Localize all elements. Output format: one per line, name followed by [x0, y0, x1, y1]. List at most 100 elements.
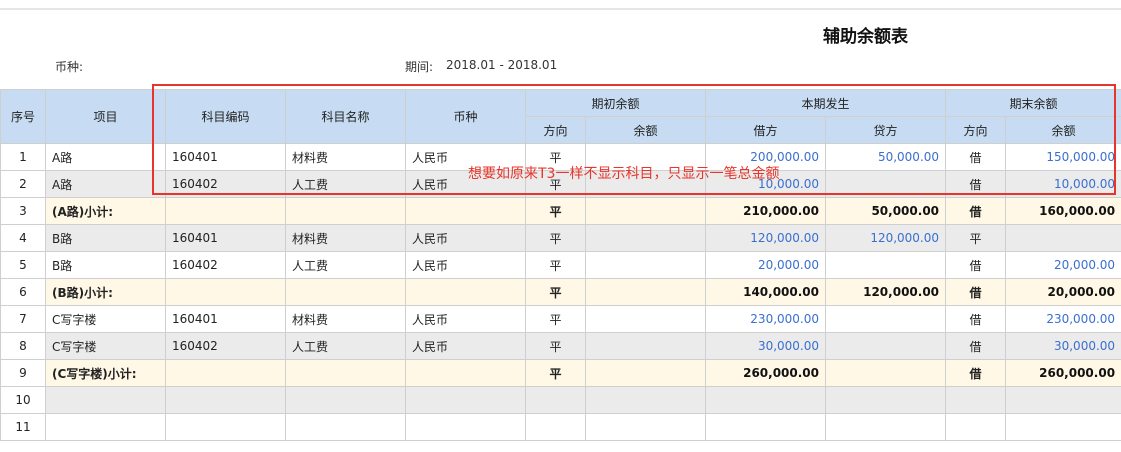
- cell-closing-direction: 借: [945, 251, 1007, 279]
- cell-closing-direction: 借: [945, 197, 1007, 225]
- cell-closing-direction: 借: [945, 305, 1007, 333]
- cell-name: 材料费: [285, 143, 406, 171]
- header-opening: 期初余额: [524, 89, 707, 117]
- cell-item: [45, 413, 166, 441]
- cell-closing-balance: [1005, 413, 1121, 441]
- cell-item: A路: [45, 170, 166, 198]
- cell-seq: 7: [0, 305, 46, 333]
- cell-seq: 2: [0, 170, 46, 198]
- table-row[interactable]: 8 C写字楼 160402 人工费 人民币平 30,000.00 借 30,000.00: [0, 332, 1121, 360]
- cell-code: [165, 197, 286, 225]
- header-credit: 贷方: [825, 116, 947, 144]
- currency-label: 币种:: [55, 60, 84, 74]
- header-item: 项目: [45, 89, 166, 144]
- cell-item: (B路)小计:: [45, 278, 166, 306]
- cell-opening-direction: 平: [525, 224, 586, 252]
- cell-credit: [825, 170, 947, 198]
- cell-currency: [405, 413, 526, 441]
- cell-credit: [825, 413, 947, 441]
- table-row[interactable]: 4 B路 160401 材料费 人民币平 120,000.00 120,000.00 平: [0, 224, 1121, 252]
- cell-closing-balance: 260,000.00: [1005, 359, 1121, 387]
- cell-currency: [405, 197, 526, 225]
- cell-credit: [825, 305, 947, 333]
- cell-item: B路: [45, 224, 166, 252]
- cell-item: A路: [45, 143, 166, 171]
- table-row[interactable]: 6 (B路)小计: 平 140,000.00 120,000.00 借 20,000.00: [0, 278, 1121, 306]
- cell-closing-direction: [945, 386, 1007, 414]
- table-row[interactable]: 11: [0, 413, 1121, 441]
- cell-seq: 11: [0, 413, 46, 441]
- header-closing-direction: 方向: [945, 116, 1007, 144]
- cell-code: 160401: [165, 305, 286, 333]
- cell-item: C写字楼: [45, 332, 166, 360]
- cell-opening-balance: [584, 197, 707, 225]
- cell-closing-balance: [1005, 224, 1121, 252]
- cell-debit: 20,000.00: [705, 251, 827, 279]
- cell-opening-balance: [584, 359, 707, 387]
- cell-closing-direction: [945, 413, 1007, 441]
- table-row[interactable]: 7 C写字楼 160401 材料费 人民币平 230,000.00 借 230,000.00: [0, 305, 1121, 333]
- table-row[interactable]: 3 (A路)小计: 平 210,000.00 50,000.00 借 160,000.00: [0, 197, 1121, 225]
- cell-opening-balance: [584, 332, 707, 360]
- cell-code: 160401: [165, 224, 286, 252]
- cell-seq: 5: [0, 251, 46, 279]
- cell-currency: 人民币: [405, 251, 526, 279]
- cell-opening-balance: [584, 305, 707, 333]
- cell-closing-direction: 借: [945, 278, 1007, 306]
- table-header: 序号 项目 科目编码 科目名称 币种 期初余额 本期发生 期末余额 方向 余额 …: [0, 89, 1121, 144]
- cell-debit: [705, 413, 827, 441]
- cell-closing-direction: 平: [945, 224, 1007, 252]
- cell-seq: 10: [0, 386, 46, 414]
- cell-debit: 210,000.00: [705, 197, 827, 225]
- cell-name: [285, 359, 406, 387]
- cell-name: 材料费: [285, 305, 406, 333]
- cell-seq: 9: [0, 359, 46, 387]
- cell-closing-balance: [1005, 386, 1121, 414]
- cell-opening-balance: [584, 278, 707, 306]
- cell-name: [285, 278, 406, 306]
- cell-opening-direction: 平: [525, 278, 586, 306]
- cell-name: 人工费: [285, 170, 406, 198]
- header-opening-balance: 余额: [584, 116, 707, 144]
- cell-closing-balance: 160,000.00: [1005, 197, 1121, 225]
- table-row[interactable]: 9 (C写字楼)小计: 平 260,000.00 借 260,000.00: [0, 359, 1121, 387]
- balance-table: 序号 项目 科目编码 科目名称 币种 期初余额 本期发生 期末余额 方向 余额 …: [0, 89, 1121, 441]
- cell-name: [285, 413, 406, 441]
- cell-seq: 1: [0, 143, 46, 171]
- cell-item: C写字楼: [45, 305, 166, 333]
- table-body: 1 A路 160401 材料费 人民币平 200,000.00 50,000.00 借 150,…: [0, 143, 1121, 441]
- header-code: 科目编码: [165, 89, 286, 144]
- cell-credit: 120,000.00: [825, 278, 947, 306]
- table-row[interactable]: 5 B路 160402 人工费 人民币平 20,000.00 借 20,000.00: [0, 251, 1121, 279]
- cell-name: 人工费: [285, 332, 406, 360]
- cell-opening-direction: 平: [525, 359, 586, 387]
- table-row[interactable]: 10: [0, 386, 1121, 414]
- cell-opening-balance: [584, 224, 707, 252]
- cell-closing-balance: 30,000.00: [1005, 332, 1121, 360]
- cell-item: [45, 386, 166, 414]
- report-title: 辅助余额表: [823, 27, 908, 47]
- cell-opening-direction: 平: [525, 305, 586, 333]
- cell-closing-direction: 借: [945, 143, 1007, 171]
- cell-item: B路: [45, 251, 166, 279]
- cell-seq: 4: [0, 224, 46, 252]
- cell-credit: 120,000.00: [825, 224, 947, 252]
- cell-opening-direction: [525, 386, 586, 414]
- header-name: 科目名称: [285, 89, 406, 144]
- cell-code: [165, 359, 286, 387]
- cell-code: [165, 413, 286, 441]
- top-divider: [0, 8, 1121, 10]
- cell-credit: 50,000.00: [825, 143, 947, 171]
- cell-debit: 30,000.00: [705, 332, 827, 360]
- cell-opening-direction: 平: [525, 197, 586, 225]
- cell-name: [285, 386, 406, 414]
- cell-closing-direction: 借: [945, 359, 1007, 387]
- cell-code: 160402: [165, 170, 286, 198]
- cell-opening-balance: [584, 413, 707, 441]
- cell-closing-balance: 150,000.00: [1005, 143, 1121, 171]
- cell-code: [165, 386, 286, 414]
- cell-item: (C写字楼)小计:: [45, 359, 166, 387]
- cell-closing-balance: 20,000.00: [1005, 278, 1121, 306]
- cell-currency: 人民币: [405, 224, 526, 252]
- cell-closing-direction: 借: [945, 170, 1007, 198]
